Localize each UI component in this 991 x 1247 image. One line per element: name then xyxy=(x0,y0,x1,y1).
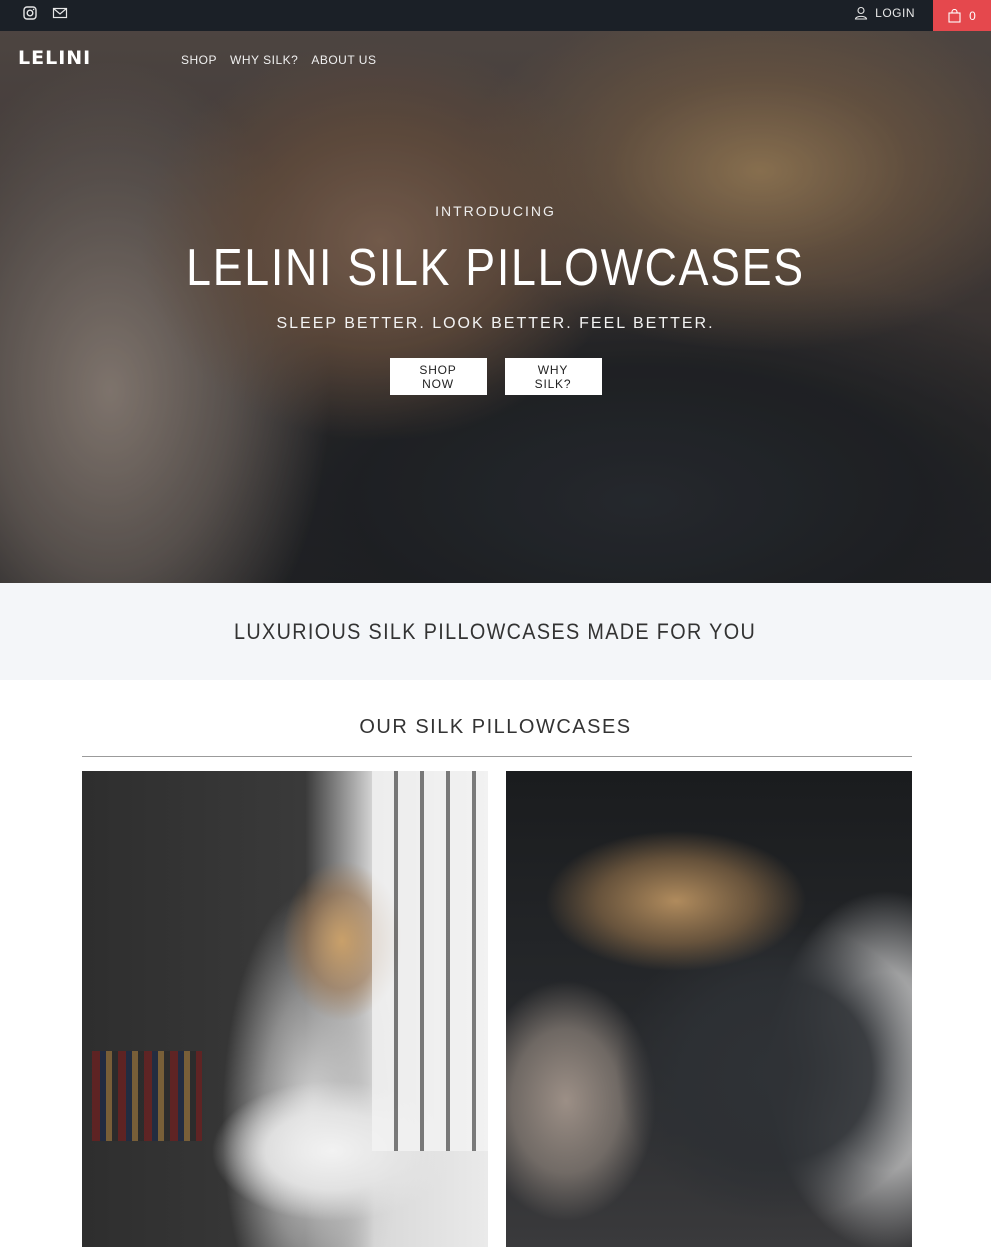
bookshelf xyxy=(92,1051,202,1141)
shop-now-button[interactable]: SHOP NOW xyxy=(389,358,487,395)
hero-banner: LELINI SHOP WHY SILK? ABOUT US INTRODUCI… xyxy=(0,31,991,583)
hero-headline: LELINI SILK PILLOWCASES xyxy=(186,239,805,297)
login-link[interactable]: LOGIN xyxy=(854,6,915,20)
nav-shop[interactable]: SHOP xyxy=(181,53,217,67)
top-bar: LOGIN 0 xyxy=(0,0,991,31)
mail-icon[interactable] xyxy=(52,5,68,21)
login-label: LOGIN xyxy=(875,6,915,20)
product-image-1[interactable] xyxy=(82,771,488,1247)
cart-count: 0 xyxy=(969,8,976,23)
hero-tagline: SLEEP BETTER. LOOK BETTER. FEEL BETTER. xyxy=(276,315,715,332)
user-icon xyxy=(855,6,868,20)
cart-button[interactable]: 0 xyxy=(933,0,991,31)
instagram-icon[interactable] xyxy=(22,5,38,21)
section-divider xyxy=(82,756,912,757)
site-logo[interactable]: LELINI xyxy=(18,47,91,69)
band-heading: LUXURIOUS SILK PILLOWCASES MADE FOR YOU xyxy=(234,618,757,644)
nav-about-us[interactable]: ABOUT US xyxy=(311,53,376,67)
product-image-2[interactable] xyxy=(506,771,912,1247)
why-silk-button[interactable]: WHY SILK? xyxy=(504,358,602,395)
hero-buttons: SHOP NOW WHY SILK? xyxy=(0,358,991,395)
window-frame xyxy=(372,771,488,1151)
main-nav: SHOP WHY SILK? ABOUT US xyxy=(181,53,376,67)
products-section-title: OUR SILK PILLOWCASES xyxy=(359,716,632,738)
social-links xyxy=(22,5,68,21)
feature-band: LUXURIOUS SILK PILLOWCASES MADE FOR YOU xyxy=(0,583,991,680)
nav-why-silk[interactable]: WHY SILK? xyxy=(230,53,298,67)
shopping-bag-icon xyxy=(948,8,961,23)
hero-content: INTRODUCING LELINI SILK PILLOWCASES SLEE… xyxy=(0,203,991,395)
hero-eyebrow: INTRODUCING xyxy=(435,203,556,219)
